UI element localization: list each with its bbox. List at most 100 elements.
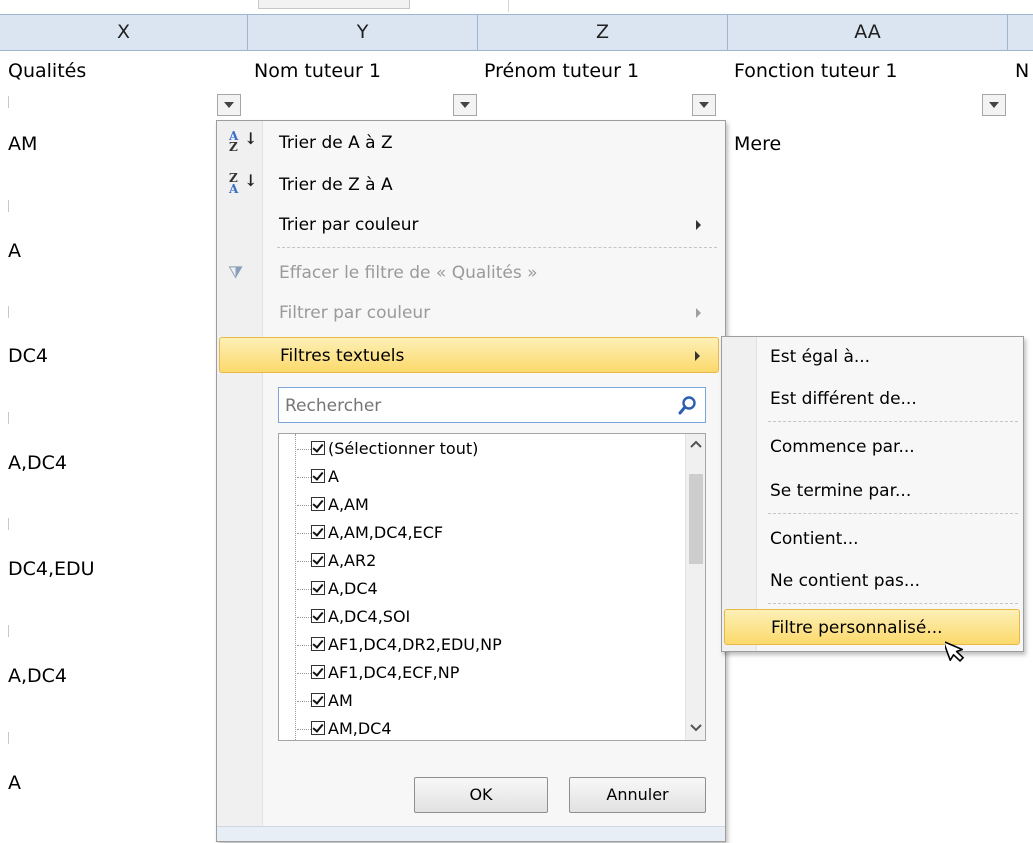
list-item-label: A,AR2 (328, 551, 377, 570)
filter-values-list: (Sélectionner tout) A A,AM A,AM,DC4,ECF … (278, 433, 706, 741)
menu-item-label: Trier par couleur (279, 215, 419, 235)
checkbox[interactable] (311, 637, 325, 651)
cancel-button[interactable]: Annuler (569, 777, 706, 813)
submenu-separator (768, 421, 1018, 422)
filter-search-box[interactable] (278, 387, 706, 423)
text-filters-submenu: Est égal à... Est différent de... Commen… (721, 336, 1024, 652)
cell-edge-mark (8, 412, 9, 424)
submenu-item-label: Est différent de... (770, 389, 917, 409)
column-header-next[interactable] (1008, 15, 1033, 50)
ok-button[interactable]: OK (414, 777, 548, 813)
list-item-label: AM,DC4 (328, 719, 392, 738)
checkbox[interactable] (311, 553, 325, 567)
ribbon-separator (508, 0, 509, 12)
clear-filter-icon: ⧩ (228, 263, 244, 283)
submenu-item-not-equals[interactable]: Est différent de... (724, 381, 1020, 417)
cell-x-5[interactable]: DC4,EDU (8, 558, 95, 580)
autofilter-menu: AZ ↓ Trier de A à Z ZA ↓ Trier de Z à A … (216, 120, 726, 842)
filter-dropdown-button-qualites[interactable] (217, 94, 241, 116)
header-cell-fonction-tuteur[interactable]: Fonction tuteur 1 (734, 60, 897, 82)
checkbox[interactable] (311, 497, 325, 511)
sort-az-icon: AZ ↓ (229, 129, 258, 154)
ribbon-edge (0, 0, 1033, 14)
cell-aa-1[interactable]: Mere (734, 133, 781, 155)
scroll-up-icon[interactable] (690, 440, 702, 448)
menu-item-sort-za[interactable]: ZA ↓ Trier de Z à A (219, 167, 719, 203)
submenu-item-contains[interactable]: Contient... (724, 521, 1020, 557)
list-item-label: A,DC4,SOI (328, 607, 411, 626)
submenu-separator (768, 603, 1018, 604)
checkbox[interactable] (311, 609, 325, 623)
submenu-item-label: Se termine par... (770, 481, 912, 501)
sort-za-icon: ZA ↓ (229, 171, 258, 196)
submenu-item-not-contains[interactable]: Ne contient pas... (724, 563, 1020, 599)
menu-item-label: Filtrer par couleur (279, 303, 431, 323)
column-header-aa[interactable]: AA (728, 15, 1008, 50)
cell-x-4[interactable]: A,DC4 (8, 452, 67, 474)
list-item-label: A,AM (328, 495, 369, 514)
menu-separator (277, 247, 717, 248)
header-cell-prenom-tuteur[interactable]: Prénom tuteur 1 (484, 60, 639, 82)
submenu-item-label: Commence par... (770, 437, 915, 457)
list-item-label: A,DC4 (328, 579, 378, 598)
list-scrollbar[interactable] (685, 434, 705, 740)
column-headers: X Y Z AA (0, 14, 1033, 51)
list-item-label: A (328, 467, 339, 486)
list-item-label: A,AM,DC4,ECF (328, 523, 444, 542)
submenu-item-label: Contient... (770, 529, 859, 549)
checkbox[interactable] (311, 441, 325, 455)
cell-x-1[interactable]: AM (8, 133, 37, 155)
submenu-item-ends-with[interactable]: Se termine par... (724, 473, 1020, 509)
column-header-z[interactable]: Z (478, 15, 728, 50)
cell-edge-mark (8, 306, 9, 318)
menu-item-label: Trier de A à Z (279, 133, 393, 153)
checkbox[interactable] (311, 469, 325, 483)
column-header-y[interactable]: Y (248, 15, 478, 50)
checkbox[interactable] (311, 665, 325, 679)
filter-dropdown-button-fonction[interactable] (982, 94, 1006, 116)
submenu-arrow-icon (696, 220, 701, 230)
submenu-arrow-icon (695, 351, 700, 361)
header-cell-qualites[interactable]: Qualités (8, 60, 86, 82)
cell-edge-mark (8, 200, 9, 212)
submenu-item-label: Est égal à... (770, 347, 871, 367)
cell-edge-mark (8, 732, 9, 744)
column-header-x[interactable]: X (0, 15, 248, 50)
checkbox[interactable] (311, 693, 325, 707)
cell-x-3[interactable]: DC4 (8, 345, 48, 367)
cell-edge-mark (8, 625, 9, 637)
menu-item-filter-by-color[interactable]: Filtrer par couleur (219, 295, 719, 331)
search-icon[interactable] (677, 394, 699, 416)
cell-edge-mark (8, 518, 9, 530)
list-item-label: AM (328, 691, 353, 710)
list-item-label: AF1,DC4,ECF,NP (328, 663, 460, 682)
resize-grip[interactable] (217, 826, 725, 841)
submenu-item-label: Filtre personnalisé... (771, 618, 943, 638)
menu-item-label: Trier de Z à A (279, 175, 393, 195)
cell-edge-mark (8, 96, 9, 108)
menu-item-sort-by-color[interactable]: Trier par couleur (219, 207, 719, 243)
cell-x-6[interactable]: A,DC4 (8, 665, 67, 687)
search-input[interactable] (283, 392, 667, 420)
checkbox[interactable] (311, 525, 325, 539)
cell-x-7[interactable]: A (8, 772, 21, 794)
submenu-separator (768, 513, 1018, 514)
header-cell-nom-tuteur[interactable]: Nom tuteur 1 (254, 60, 381, 82)
cell-x-2[interactable]: A (8, 240, 21, 262)
menu-item-label: Effacer le filtre de « Qualités » (279, 263, 538, 283)
scrollbar-thumb[interactable] (689, 474, 703, 564)
submenu-item-begins-with[interactable]: Commence par... (724, 429, 1020, 465)
checkbox[interactable] (311, 581, 325, 595)
header-cell-next[interactable]: N (1015, 60, 1029, 82)
list-item-label: AF1,DC4,DR2,EDU,NP (328, 635, 502, 654)
submenu-item-equals[interactable]: Est égal à... (724, 339, 1020, 375)
filter-dropdown-button-nom[interactable] (453, 94, 477, 116)
menu-item-text-filters[interactable]: Filtres textuels (219, 337, 719, 373)
menu-item-sort-az[interactable]: AZ ↓ Trier de A à Z (219, 125, 719, 161)
menu-item-clear-filter[interactable]: ⧩ Effacer le filtre de « Qualités » (219, 255, 719, 291)
filter-dropdown-button-prenom[interactable] (692, 94, 716, 116)
submenu-arrow-icon (696, 308, 701, 318)
tree-line (295, 434, 296, 740)
scroll-down-icon[interactable] (690, 724, 702, 732)
checkbox[interactable] (311, 721, 325, 735)
